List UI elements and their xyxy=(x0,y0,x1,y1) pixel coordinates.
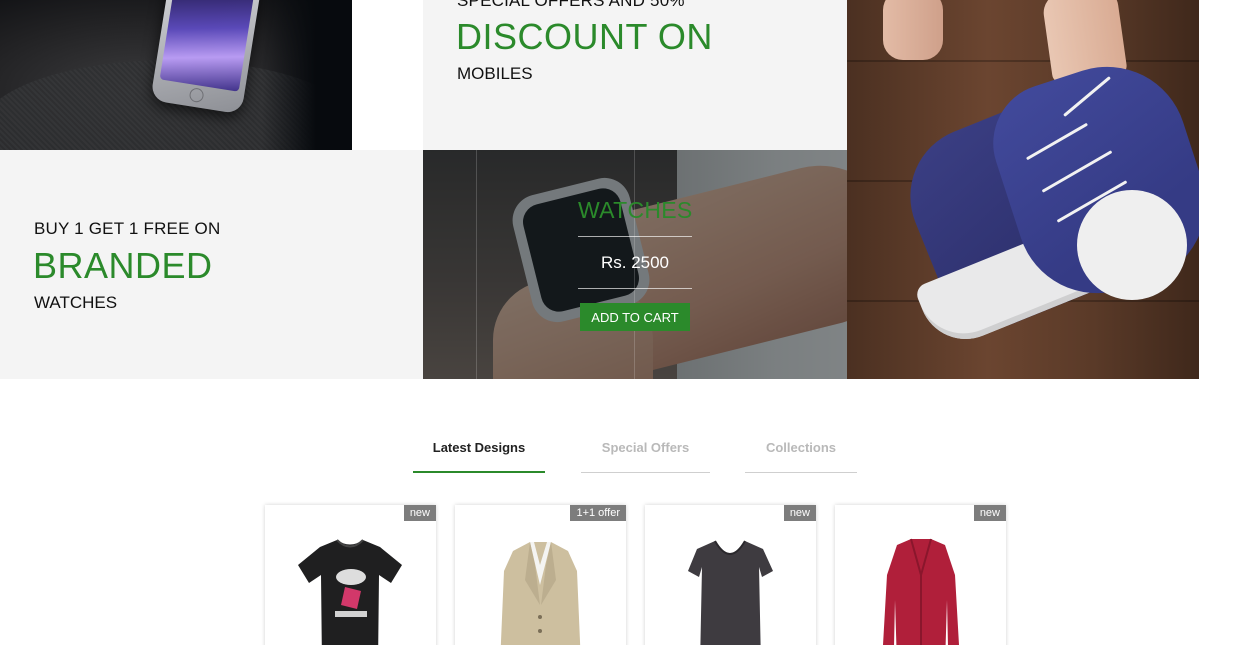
dark-grey-top-image xyxy=(688,540,773,645)
red-cardigan-image xyxy=(883,538,959,645)
sneaker-toe-cap xyxy=(1077,190,1187,300)
watch-price: Rs. 2500 xyxy=(600,253,670,272)
image-shadow xyxy=(262,0,352,150)
product-card[interactable]: 1+1 offer xyxy=(455,505,626,645)
product-card[interactable]: new xyxy=(265,505,436,645)
page: SPECIAL OFFERS AND 50% DISCOUNT ON MOBIL… xyxy=(0,0,1259,645)
offer-category: WATCHES xyxy=(34,293,118,312)
offer-category: MOBILES xyxy=(457,64,533,83)
new-badge: new xyxy=(403,505,436,521)
watches-offer-banner[interactable]: BUY 1 GET 1 FREE ON BRANDED WATCHES xyxy=(0,150,423,379)
home-button-icon xyxy=(188,87,205,104)
tab-special-offers[interactable]: Special Offers xyxy=(581,430,710,473)
offer-headline: DISCOUNT ON xyxy=(456,16,713,57)
mobiles-offer-banner[interactable]: SPECIAL OFFERS AND 50% DISCOUNT ON MOBIL… xyxy=(423,0,847,150)
offer-subtitle: SPECIAL OFFERS AND 50% xyxy=(457,0,685,10)
product-card[interactable]: new xyxy=(645,505,816,645)
offer-subtitle: BUY 1 GET 1 FREE ON xyxy=(34,219,221,238)
phone-screen xyxy=(159,0,255,92)
divider-rule xyxy=(578,236,692,237)
product-tabs: Latest Designs Special Offers Collection… xyxy=(0,430,1259,474)
leg-shape xyxy=(883,0,943,60)
new-badge: new xyxy=(973,505,1006,521)
divider-line xyxy=(476,150,477,379)
watch-card-title: WATCHES xyxy=(578,197,693,223)
floor-plank-line xyxy=(847,60,1199,62)
product-card[interactable]: new xyxy=(835,505,1006,645)
beige-blazer-image xyxy=(500,542,581,645)
tab-collections[interactable]: Collections xyxy=(745,430,857,473)
watch-product-card: WATCHES Rs. 2500 ADD TO CART xyxy=(423,150,847,379)
smartphone-banner-image[interactable] xyxy=(0,0,352,150)
new-badge: new xyxy=(783,505,816,521)
offer-badge: 1+1 offer xyxy=(570,505,626,521)
black-printed-tshirt-image xyxy=(298,539,402,645)
divider-rule xyxy=(578,288,692,289)
tab-latest-designs[interactable]: Latest Designs xyxy=(413,430,545,473)
sneakers-banner-image[interactable] xyxy=(847,0,1199,379)
add-to-cart-button[interactable]: ADD TO CART xyxy=(580,303,690,331)
offer-headline: BRANDED xyxy=(33,245,213,286)
